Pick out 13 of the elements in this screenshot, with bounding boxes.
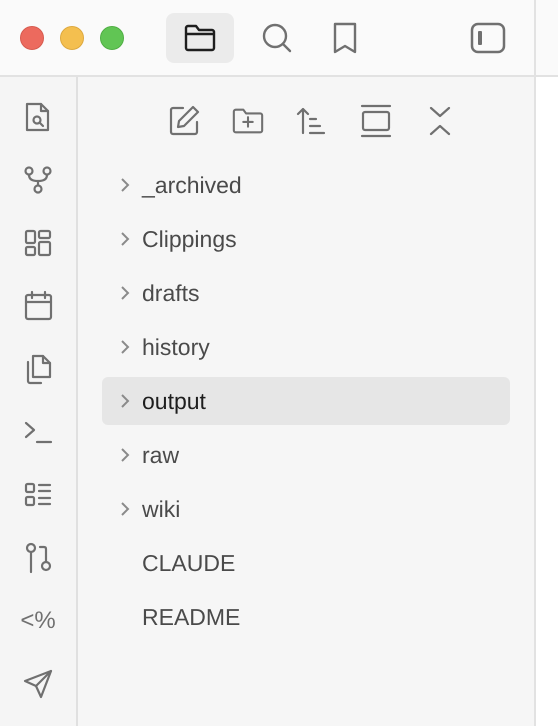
folder-item[interactable]: Clippings	[102, 215, 510, 263]
file-item[interactable]: README	[102, 593, 510, 641]
file-item[interactable]: CLAUDE	[102, 539, 510, 587]
folder-item[interactable]: _archived	[102, 161, 510, 209]
maximize-button[interactable]	[100, 26, 124, 50]
folder-item[interactable]: history	[102, 323, 510, 371]
close-button[interactable]	[20, 26, 44, 50]
folder-item[interactable]: raw	[102, 431, 510, 479]
folder-item[interactable]: output	[102, 377, 510, 425]
folder-icon[interactable]	[166, 12, 234, 62]
folder-item[interactable]: wiki	[102, 485, 510, 533]
branch-icon[interactable]	[23, 540, 53, 576]
folder-item[interactable]: drafts	[102, 269, 510, 317]
